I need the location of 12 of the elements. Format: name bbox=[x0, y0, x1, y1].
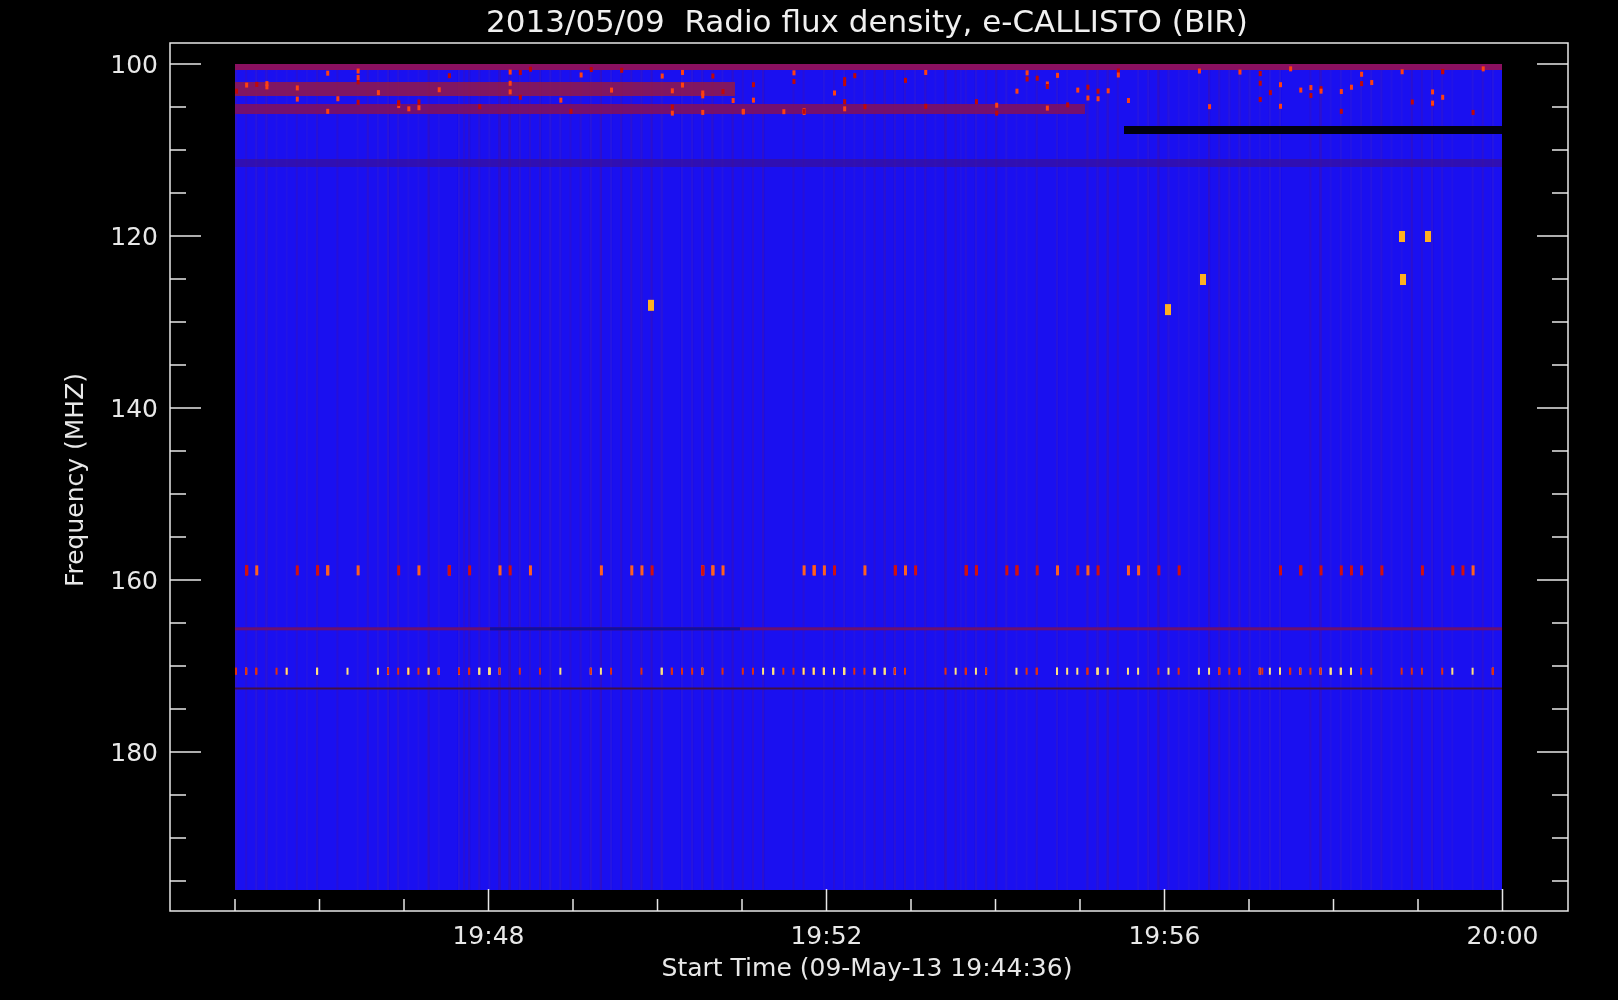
x-tick-label: 19:56 bbox=[1128, 921, 1201, 950]
x-tick-label: 20:00 bbox=[1466, 921, 1539, 950]
y-tick-label: 180 bbox=[110, 738, 158, 767]
y-tick-label: 120 bbox=[110, 222, 158, 251]
y-axis-label: Frequency (MHZ) bbox=[60, 372, 89, 588]
y-tick-label: 160 bbox=[110, 566, 158, 595]
plot-title: 2013/05/09 Radio flux density, e-CALLISTO (BIR) bbox=[486, 3, 1248, 39]
x-tick-label: 19:48 bbox=[452, 921, 525, 950]
y-tick-label: 140 bbox=[110, 394, 158, 423]
x-tick-label: 19:52 bbox=[790, 921, 863, 950]
x-axis-label: Start Time (09-May-13 19:44:36) bbox=[661, 953, 1073, 982]
y-tick-label: 100 bbox=[110, 50, 158, 79]
